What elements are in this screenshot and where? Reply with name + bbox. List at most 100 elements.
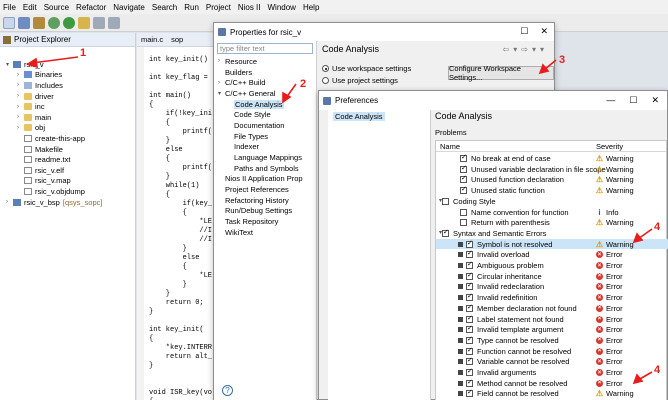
chevron-right-icon[interactable]: › bbox=[218, 58, 224, 64]
tree-item[interactable]: › driver bbox=[0, 91, 135, 102]
menu-help[interactable]: Help bbox=[303, 3, 319, 12]
problem-row[interactable]: Invalid template argument ×Error bbox=[436, 324, 668, 335]
menu-source[interactable]: Source bbox=[44, 3, 69, 12]
problem-severity[interactable]: × Error bbox=[596, 282, 623, 291]
problem-checkbox[interactable] bbox=[466, 367, 473, 376]
maximize-icon[interactable]: ☐ bbox=[629, 95, 637, 106]
problem-checkbox[interactable] bbox=[466, 303, 473, 312]
chevron-right-icon[interactable]: › bbox=[6, 199, 12, 205]
problem-severity[interactable]: × Error bbox=[596, 261, 623, 270]
tree-item[interactable]: rsic_v.map bbox=[0, 176, 135, 187]
problem-checkbox[interactable] bbox=[466, 292, 473, 302]
properties-tree-item[interactable]: File Types bbox=[214, 131, 316, 142]
problem-severity[interactable]: × Error bbox=[596, 304, 623, 313]
properties-tree-item[interactable]: Project References bbox=[214, 184, 316, 195]
menu-nios-ii[interactable]: Nios II bbox=[238, 3, 261, 12]
menu-navigate[interactable]: Navigate bbox=[113, 3, 145, 12]
problem-checkbox[interactable] bbox=[460, 185, 467, 195]
properties-tree-item[interactable]: Builders bbox=[214, 67, 316, 78]
problem-severity[interactable]: × Error bbox=[596, 250, 623, 259]
problem-checkbox[interactable] bbox=[460, 164, 467, 173]
problem-row[interactable]: Type cannot be resolved ×Error bbox=[436, 335, 668, 346]
configure-workspace-settings-button[interactable]: Configure Workspace Settings... bbox=[448, 64, 554, 82]
problem-checkbox[interactable] bbox=[460, 153, 467, 162]
problem-row[interactable]: Field cannot be resolved ⚠Warning bbox=[436, 388, 668, 399]
problem-severity[interactable]: × Error bbox=[596, 315, 623, 324]
nav-back-icon[interactable] bbox=[93, 16, 105, 29]
problem-row[interactable]: Unused static function ⚠Warning bbox=[436, 185, 668, 196]
problem-severity[interactable]: ⚠ Warning bbox=[596, 218, 634, 227]
properties-tree-item[interactable]: WikiText bbox=[214, 227, 316, 238]
properties-tree-item[interactable]: Nios II Application Prop bbox=[214, 174, 316, 185]
chevron-right-icon[interactable]: › bbox=[218, 80, 224, 86]
new-icon[interactable] bbox=[3, 16, 15, 29]
build-icon[interactable] bbox=[33, 16, 45, 29]
save-icon[interactable] bbox=[18, 16, 30, 29]
problem-severity[interactable]: ⚠ Warning bbox=[596, 240, 634, 249]
tree-item[interactable]: ▾ rsic_v bbox=[0, 59, 135, 70]
problem-row[interactable]: ▾ Coding Style bbox=[436, 196, 668, 207]
problem-row[interactable]: Circular inheritance ×Error bbox=[436, 271, 668, 282]
tree-item[interactable]: Makefile bbox=[0, 144, 135, 155]
problem-checkbox[interactable] bbox=[466, 346, 473, 355]
problem-checkbox[interactable] bbox=[466, 314, 473, 323]
debug-icon[interactable] bbox=[48, 16, 60, 29]
problem-row[interactable]: Invalid redefinition ×Error bbox=[436, 292, 668, 303]
problem-checkbox[interactable] bbox=[466, 260, 473, 269]
code-area[interactable]: int key_init() int key_flag = int main(){ … bbox=[137, 47, 217, 400]
problem-row[interactable]: Label statement not found ×Error bbox=[436, 314, 668, 325]
properties-tree-item[interactable]: Run/Debug Settings bbox=[214, 206, 316, 217]
problem-row[interactable]: Symbol is not resolved ⚠Warning bbox=[436, 238, 668, 250]
problem-row[interactable]: Method cannot be resolved ×Error bbox=[436, 378, 668, 389]
problem-severity[interactable]: i Info bbox=[596, 208, 618, 217]
problem-row[interactable]: No break at end of case ⚠Warning bbox=[436, 153, 668, 164]
project-explorer-tab[interactable]: Project Explorer bbox=[0, 33, 135, 47]
problem-checkbox[interactable] bbox=[460, 208, 467, 216]
problem-row[interactable]: Ambiguous problem ×Error bbox=[436, 260, 668, 271]
chevron-right-icon[interactable]: › bbox=[17, 104, 23, 110]
chevron-down-icon[interactable]: ▾ bbox=[6, 61, 12, 68]
properties-tree-item[interactable]: Refactoring History bbox=[214, 195, 316, 206]
code-editor[interactable]: main.c sop int key_init() int key_flag = in… bbox=[137, 33, 217, 400]
use-workspace-settings-radio[interactable]: Use workspace settings bbox=[322, 64, 411, 73]
problem-row[interactable]: Return with parenthesis ⚠ Warning bbox=[436, 217, 668, 228]
problem-row[interactable]: Member declaration not found ×Error bbox=[436, 303, 668, 314]
tree-item[interactable]: › Includes bbox=[0, 80, 135, 91]
tree-item[interactable]: › rsic_v_bsp [qsys_sopc] bbox=[0, 197, 135, 208]
close-icon[interactable]: ✕ bbox=[651, 95, 659, 106]
menu-refactor[interactable]: Refactor bbox=[76, 3, 106, 12]
problem-severity[interactable]: ⚠ Warning bbox=[596, 389, 634, 398]
tree-item[interactable]: › main bbox=[0, 112, 135, 123]
properties-tree-item[interactable]: Task Repository bbox=[214, 216, 316, 227]
filter-input[interactable]: type filter text bbox=[217, 43, 313, 54]
problem-severity[interactable]: ⚠ Warning bbox=[596, 175, 634, 184]
problem-severity[interactable]: ⚠ Warning bbox=[596, 186, 634, 195]
properties-tree-item[interactable]: Indexer bbox=[214, 142, 316, 153]
menu-search[interactable]: Search bbox=[152, 3, 177, 12]
chevron-right-icon[interactable]: › bbox=[17, 93, 23, 99]
editor-tab[interactable]: sop bbox=[167, 35, 187, 44]
problem-severity[interactable]: × Error bbox=[596, 325, 623, 334]
properties-tree-item[interactable]: › Resource bbox=[214, 56, 316, 67]
problem-checkbox[interactable] bbox=[442, 228, 449, 237]
menu-edit[interactable]: Edit bbox=[23, 3, 37, 12]
problem-severity[interactable]: × Error bbox=[596, 293, 623, 302]
problem-severity[interactable]: × Error bbox=[596, 347, 623, 356]
problem-row[interactable]: Variable cannot be resolved ×Error bbox=[436, 356, 668, 367]
menu-window[interactable]: Window bbox=[267, 3, 295, 12]
problem-row[interactable]: Invalid arguments ×Error bbox=[436, 367, 668, 378]
menu-file[interactable]: File bbox=[3, 3, 16, 12]
column-severity[interactable]: Severity bbox=[596, 142, 623, 151]
help-icon[interactable]: ? bbox=[222, 385, 233, 396]
problem-checkbox[interactable] bbox=[466, 281, 473, 291]
properties-tree-item[interactable]: Code Analysis bbox=[214, 99, 316, 110]
problem-checkbox[interactable] bbox=[466, 271, 473, 280]
editor-tab[interactable]: main.c bbox=[137, 35, 167, 44]
problem-severity[interactable]: × Error bbox=[596, 272, 623, 281]
chevron-right-icon[interactable]: › bbox=[17, 72, 23, 78]
page-nav-arrows[interactable]: ⇦▾⇨▾▾ bbox=[503, 45, 548, 54]
properties-tree-item[interactable]: Code Style bbox=[214, 109, 316, 120]
nav-forward-icon[interactable] bbox=[108, 16, 120, 29]
problem-severity[interactable]: × Error bbox=[596, 368, 623, 377]
problem-severity[interactable]: ⚠ Warning bbox=[596, 154, 634, 163]
